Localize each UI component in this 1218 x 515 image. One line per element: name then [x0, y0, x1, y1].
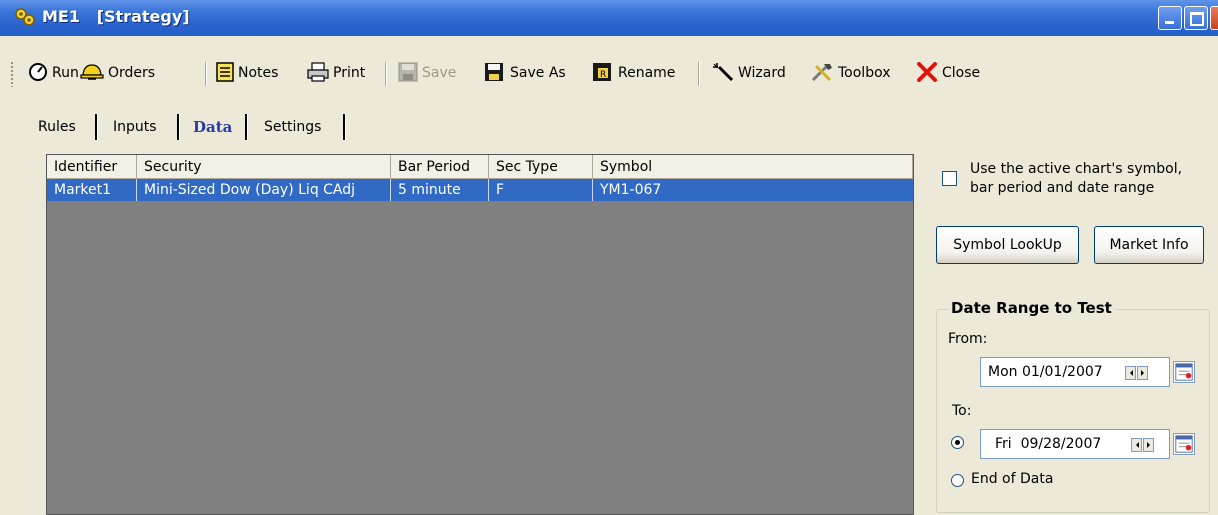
- rename-disk-icon: R: [593, 63, 611, 81]
- end-of-data-radio[interactable]: [951, 474, 964, 487]
- cell-bar-period: 5 minute: [391, 179, 489, 201]
- to-date-spin-right[interactable]: [1143, 438, 1154, 452]
- tab-separator: [177, 114, 180, 140]
- to-date-value: Fri 09/28/2007: [995, 436, 1102, 452]
- print-label: Print: [333, 65, 366, 81]
- to-date-picker[interactable]: Fri 09/28/2007: [980, 429, 1170, 459]
- run-label: Run: [52, 65, 79, 81]
- toolbar-grip[interactable]: [10, 61, 14, 87]
- market-info-button[interactable]: Market Info: [1094, 226, 1204, 264]
- data-grid[interactable]: Identifier Security Bar Period Sec Type …: [46, 154, 914, 515]
- use-active-line1: Use the active chart's symbol,: [970, 161, 1183, 177]
- toolbox-button[interactable]: Toolbox: [810, 61, 891, 85]
- tab-data-label: Data: [193, 118, 233, 136]
- tools-icon: [811, 64, 832, 82]
- use-active-line2: bar period and date range: [970, 180, 1155, 196]
- tab-rules[interactable]: Rules: [38, 114, 76, 140]
- to-label: To:: [952, 403, 972, 419]
- notes-button[interactable]: Notes: [216, 61, 278, 85]
- speedometer-icon: [29, 63, 47, 81]
- red-x-icon: [917, 62, 937, 82]
- header-identifier[interactable]: Identifier: [47, 155, 137, 179]
- window-title: ME1 [Strategy]: [42, 7, 190, 26]
- save-as-label: Save As: [510, 65, 566, 81]
- toolbar: Run Orders Notes Print Save Save As R Re…: [0, 36, 1218, 111]
- orders-label: Orders: [108, 65, 156, 81]
- notes-icon: [216, 62, 234, 82]
- header-symbol[interactable]: Symbol: [593, 155, 913, 179]
- toolbar-separator: [205, 62, 207, 86]
- magic-wand-icon: [713, 63, 734, 82]
- notes-label: Notes: [238, 65, 279, 81]
- print-button[interactable]: Print: [307, 61, 365, 85]
- svg-text:R: R: [600, 70, 606, 80]
- cell-identifier: Market1: [47, 179, 137, 201]
- maximize-button[interactable]: [1184, 6, 1208, 30]
- tab-inputs-label: Inputs: [113, 119, 157, 135]
- toolbar-separator: [698, 62, 700, 86]
- tab-separator: [343, 114, 346, 140]
- symbol-lookup-button[interactable]: Symbol LookUp: [936, 226, 1079, 264]
- from-label: From:: [948, 331, 988, 347]
- from-calendar-icon[interactable]: [1173, 361, 1195, 383]
- from-date-value: Mon 01/01/2007: [988, 364, 1103, 380]
- printer-icon: [307, 62, 329, 82]
- save-as-button[interactable]: Save As: [484, 61, 566, 85]
- title-bar[interactable]: ME1 [Strategy]: [0, 0, 1218, 36]
- toolbar-separator: [385, 62, 387, 86]
- header-bar-period[interactable]: Bar Period: [391, 155, 489, 179]
- tab-data[interactable]: Data: [193, 114, 232, 140]
- floppy-disk-icon: [398, 62, 418, 82]
- minimize-button[interactable]: [1158, 6, 1182, 30]
- wizard-button[interactable]: Wizard: [712, 61, 786, 85]
- tab-separator: [245, 114, 248, 140]
- cell-symbol: YM1-067: [600, 182, 662, 198]
- rename-label: Rename: [618, 65, 676, 81]
- save-button[interactable]: Save: [398, 61, 456, 85]
- close-label: Close: [942, 65, 981, 81]
- hardhat-icon: [80, 64, 104, 80]
- wizard-label: Wizard: [738, 65, 786, 81]
- orders-button[interactable]: Orders: [80, 61, 155, 85]
- window-close-button[interactable]: [1210, 6, 1218, 30]
- run-button[interactable]: Run: [28, 61, 79, 85]
- header-security[interactable]: Security: [137, 155, 391, 179]
- date-range-title: Date Range to Test: [948, 299, 1115, 317]
- close-button[interactable]: Close: [916, 61, 980, 85]
- save-label: Save: [422, 65, 457, 81]
- to-date-spin-left[interactable]: [1131, 438, 1142, 452]
- save-as-disk-icon: [485, 63, 503, 81]
- tab-settings[interactable]: Settings: [264, 114, 321, 140]
- use-active-chart-checkbox[interactable]: [942, 171, 957, 186]
- header-sec-type[interactable]: Sec Type: [489, 155, 593, 179]
- from-date-spin-left[interactable]: [1125, 366, 1136, 380]
- rename-button[interactable]: R Rename: [592, 61, 675, 85]
- table-row[interactable]: Market1 Mini-Sized Dow (Day) Liq CAdj 5 …: [47, 179, 913, 201]
- tab-strip: Rules Inputs Data Settings: [0, 104, 520, 146]
- to-calendar-icon[interactable]: [1173, 433, 1195, 455]
- tab-separator: [95, 114, 98, 140]
- end-of-data-label: End of Data: [971, 471, 1054, 487]
- cell-security: Mini-Sized Dow (Day) Liq CAdj: [137, 179, 391, 201]
- gears-app-icon: [15, 8, 35, 26]
- grid-header: Identifier Security Bar Period Sec Type …: [47, 155, 913, 179]
- tab-settings-label: Settings: [264, 119, 322, 135]
- from-date-picker[interactable]: Mon 01/01/2007: [980, 357, 1170, 387]
- to-date-radio[interactable]: [951, 436, 964, 449]
- tab-rules-label: Rules: [38, 119, 76, 135]
- toolbox-label: Toolbox: [838, 65, 891, 81]
- cell-sec-type: F: [489, 179, 593, 201]
- from-date-spin-right[interactable]: [1137, 366, 1148, 380]
- use-active-chart-label: Use the active chart's symbol, bar perio…: [970, 160, 1182, 198]
- tab-inputs[interactable]: Inputs: [113, 114, 157, 140]
